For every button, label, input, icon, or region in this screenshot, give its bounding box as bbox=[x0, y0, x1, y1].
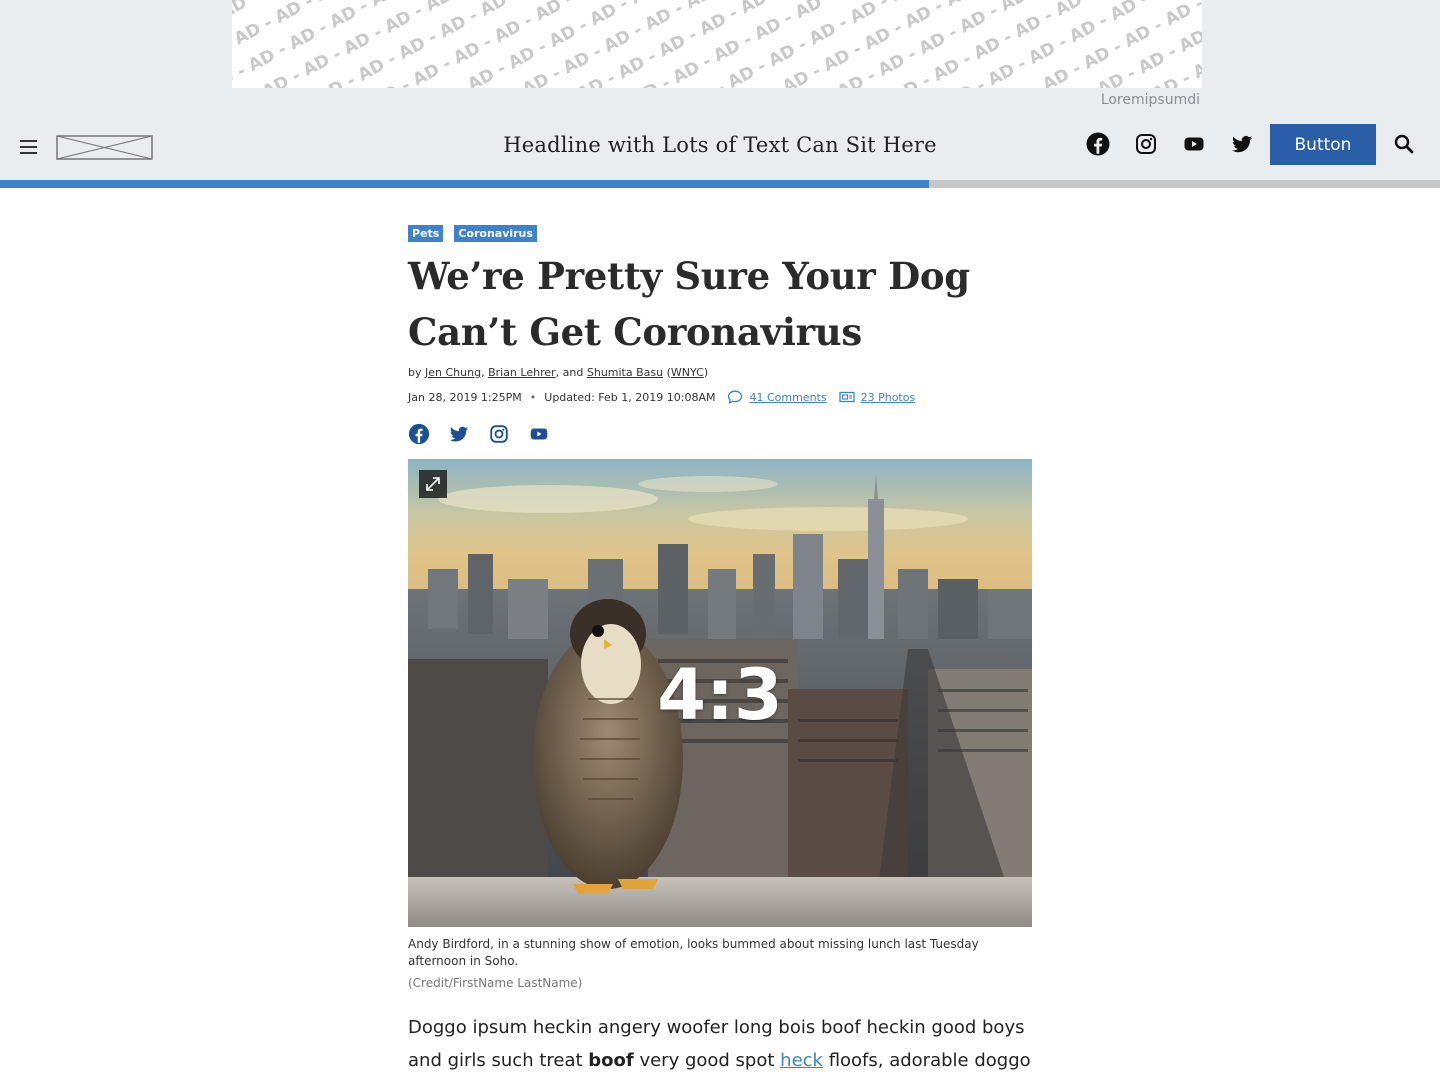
body-bold: boof bbox=[588, 1050, 634, 1071]
facebook-icon[interactable] bbox=[1086, 132, 1110, 156]
author-link-jen-chung[interactable]: Jen Chung bbox=[425, 366, 481, 379]
youtube-icon[interactable] bbox=[1182, 132, 1206, 156]
article-body: Doggo ipsum heckin angery woofer long bo… bbox=[408, 1011, 1038, 1075]
expand-icon[interactable] bbox=[419, 470, 447, 498]
image-credit: (Credit/FirstName LastName) bbox=[408, 976, 583, 990]
comment-icon bbox=[728, 390, 743, 404]
nav-button[interactable]: Button bbox=[1270, 124, 1376, 165]
image-caption: Andy Birdford, in a stunning show of emo… bbox=[408, 937, 979, 968]
byline-separator: , and bbox=[555, 366, 584, 379]
instagram-icon[interactable] bbox=[1134, 132, 1158, 156]
author-link-shumita-basu[interactable]: Shumita Basu bbox=[587, 366, 663, 379]
facebook-share-icon[interactable] bbox=[408, 423, 430, 445]
author-link-brian-lehrer[interactable]: Brian Lehrer bbox=[488, 366, 556, 379]
byline-prefix: by bbox=[408, 366, 422, 379]
tag-coronavirus[interactable]: Coronavirus bbox=[454, 225, 537, 242]
nav-headline: Headline with Lots of Text Can Sit Here bbox=[503, 133, 937, 157]
share-icons bbox=[408, 423, 550, 445]
comments-link[interactable]: 41 Comments bbox=[749, 391, 826, 404]
ad-banner[interactable]: AD - AD - AD - AD - AD - AD - AD - AD - … bbox=[232, 0, 1202, 88]
ad-caption: Loremipsumdi bbox=[1100, 92, 1200, 108]
youtube-share-icon[interactable] bbox=[528, 423, 550, 445]
site-header: AD - AD - AD - AD - AD - AD - AD - AD - … bbox=[0, 0, 1440, 180]
byline: by Jen Chung, Brian Lehrer, and Shumita … bbox=[408, 366, 709, 379]
twitter-share-icon[interactable] bbox=[448, 423, 470, 445]
ad-pattern: AD - AD - AD - AD - AD - AD - AD - AD - … bbox=[232, 0, 1202, 88]
photos-icon bbox=[838, 391, 855, 403]
meta-separator: • bbox=[529, 390, 537, 404]
body-text: very good spot bbox=[633, 1050, 781, 1071]
hero-image[interactable]: 4:3 bbox=[408, 459, 1032, 927]
article-title: We’re Pretty Sure Your Dog Can’t Get Cor… bbox=[408, 254, 970, 354]
aspect-ratio-label: 4:3 bbox=[657, 654, 783, 736]
reading-progress-bar bbox=[0, 180, 1440, 188]
tag-list: Pets Coronavirus bbox=[408, 225, 537, 242]
instagram-share-icon[interactable] bbox=[488, 423, 510, 445]
updated-date: Updated: Feb 1, 2019 10:08AM bbox=[544, 390, 716, 404]
tag-pets[interactable]: Pets bbox=[408, 225, 444, 242]
twitter-icon[interactable] bbox=[1230, 132, 1254, 156]
article-meta: Jan 28, 2019 1:25PM • Updated: Feb 1, 20… bbox=[408, 390, 915, 404]
outlet-link[interactable]: WNYC bbox=[671, 366, 704, 379]
body-link[interactable]: heck bbox=[780, 1050, 823, 1071]
search-icon[interactable] bbox=[1393, 133, 1415, 155]
published-date: Jan 28, 2019 1:25PM bbox=[408, 390, 522, 404]
photos-link[interactable]: 23 Photos bbox=[861, 391, 916, 404]
byline-separator: , bbox=[481, 366, 485, 379]
reading-progress-fill bbox=[0, 180, 929, 188]
logo-placeholder[interactable] bbox=[56, 135, 153, 160]
menu-icon[interactable] bbox=[20, 137, 38, 157]
